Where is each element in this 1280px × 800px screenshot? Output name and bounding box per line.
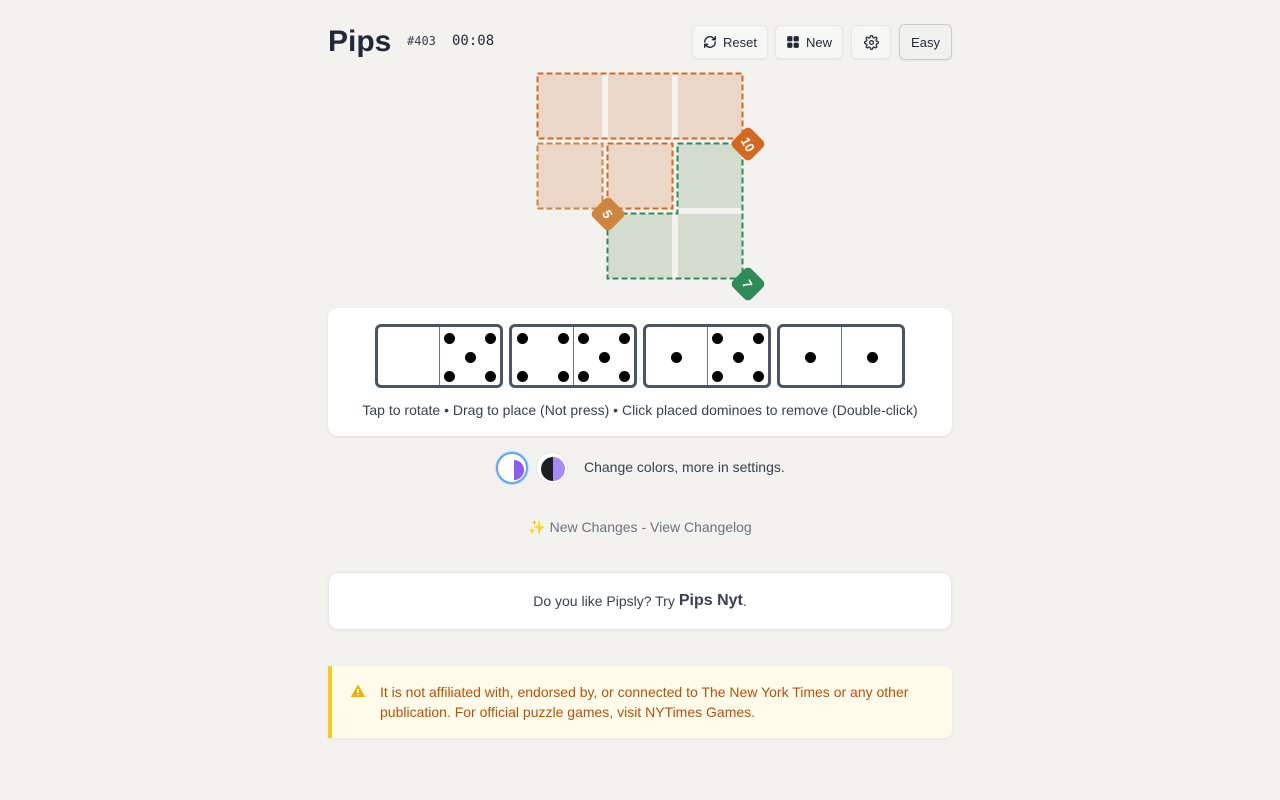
promo-suffix: . bbox=[742, 593, 747, 609]
board-cell[interactable] bbox=[538, 144, 602, 208]
new-label: New bbox=[805, 34, 832, 50]
changelog-link[interactable]: ✨ New Changes - View Changelog bbox=[0, 519, 1280, 536]
domino-half bbox=[573, 327, 634, 385]
region-target-badge: 7 bbox=[729, 265, 767, 303]
domino-tray: Tap to rotate • Drag to place (Not press… bbox=[328, 308, 952, 436]
region-outlines bbox=[536, 72, 744, 280]
puzzle-number: #403 bbox=[402, 31, 441, 51]
board-cell[interactable] bbox=[678, 214, 742, 278]
region-outline-5b bbox=[606, 142, 674, 210]
puzzle-board: 10 5 7 bbox=[0, 0, 1280, 320]
region-outline-10 bbox=[536, 72, 744, 140]
domino-half bbox=[780, 327, 841, 385]
region-outline-5 bbox=[536, 142, 604, 210]
region-target-badge: 5 bbox=[589, 195, 627, 233]
region-outline-7 bbox=[606, 142, 744, 280]
disclaimer-banner: It is not affiliated with, endorsed by, … bbox=[328, 666, 952, 738]
board-cell[interactable] bbox=[678, 144, 742, 208]
reset-button[interactable]: Reset bbox=[692, 25, 768, 59]
board-cell[interactable] bbox=[608, 144, 672, 208]
reset-icon bbox=[704, 36, 716, 48]
promo-text: Do you like Pipsly? Try bbox=[533, 593, 675, 609]
theme-option-dark[interactable] bbox=[536, 452, 568, 484]
domino-half bbox=[841, 327, 902, 385]
region-target-badge: 10 bbox=[729, 125, 767, 163]
domino[interactable] bbox=[643, 324, 771, 388]
difficulty-button[interactable]: Easy bbox=[899, 24, 952, 60]
board-cell[interactable] bbox=[608, 214, 672, 278]
domino[interactable] bbox=[375, 324, 503, 388]
warning-icon bbox=[350, 684, 366, 697]
timer: 00:08 bbox=[452, 33, 495, 49]
half-circle-icon bbox=[541, 457, 565, 481]
promo-link[interactable]: Pips Nyt bbox=[679, 592, 743, 610]
domino[interactable] bbox=[509, 324, 637, 388]
domino-half bbox=[378, 327, 439, 385]
dice-icon bbox=[787, 36, 799, 48]
half-circle-icon bbox=[504, 460, 524, 480]
new-button[interactable]: New bbox=[775, 25, 843, 59]
domino-half bbox=[707, 327, 768, 385]
theme-option-light[interactable] bbox=[496, 452, 528, 484]
region-target-label: 10 bbox=[737, 133, 759, 155]
settings-button[interactable] bbox=[851, 25, 891, 59]
reset-label: Reset bbox=[723, 34, 757, 50]
board-cell[interactable] bbox=[678, 74, 742, 138]
board-cell[interactable] bbox=[608, 74, 672, 138]
promo-card: Do you like Pipsly? Try Pips Nyt . bbox=[328, 572, 952, 630]
gear-icon bbox=[863, 34, 879, 50]
domino-half bbox=[512, 327, 573, 385]
board-cell[interactable] bbox=[538, 74, 602, 138]
domino-half bbox=[646, 327, 707, 385]
region-target-label: 5 bbox=[599, 207, 617, 221]
domino[interactable] bbox=[777, 324, 905, 388]
tray-hint: Tap to rotate • Drag to place (Not press… bbox=[362, 402, 918, 418]
region-target-label: 7 bbox=[739, 277, 757, 291]
page-title: Pips bbox=[328, 25, 392, 58]
theme-hint: Change colors, more in settings. bbox=[584, 459, 785, 475]
domino-half bbox=[439, 327, 500, 385]
disclaimer-text: It is not affiliated with, endorsed by, … bbox=[380, 684, 909, 720]
